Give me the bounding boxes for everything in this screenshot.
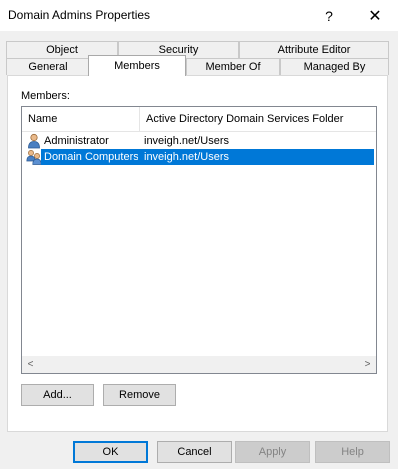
chevron-right-icon: > bbox=[364, 359, 371, 370]
cancel-button[interactable]: Cancel bbox=[157, 441, 232, 463]
list-item[interactable]: Domain Computers inveigh.net/Users bbox=[22, 149, 376, 165]
add-button-label: Add... bbox=[43, 389, 72, 401]
help-icon: ? bbox=[325, 7, 333, 24]
title-bar: Domain Admins Properties ? ✕ bbox=[0, 0, 398, 31]
cancel-button-label: Cancel bbox=[177, 446, 212, 458]
close-button[interactable]: ✕ bbox=[352, 0, 398, 31]
column-header-name[interactable]: Name bbox=[28, 107, 57, 131]
list-item[interactable]: Administrator inveigh.net/Users bbox=[22, 133, 376, 149]
tab-attribute-editor[interactable]: Attribute Editor bbox=[239, 41, 389, 58]
horizontal-scrollbar[interactable]: < > bbox=[22, 356, 376, 373]
help-button[interactable]: Help bbox=[315, 441, 390, 463]
member-folder: inveigh.net/Users bbox=[138, 149, 374, 165]
ok-button[interactable]: OK bbox=[73, 441, 148, 463]
column-header-folder[interactable]: Active Directory Domain Services Folder bbox=[146, 107, 343, 131]
column-divider[interactable] bbox=[139, 107, 140, 131]
apply-button-label: Apply bbox=[258, 446, 287, 458]
add-button[interactable]: Add... bbox=[21, 384, 94, 406]
tab-managed-by[interactable]: Managed By bbox=[280, 58, 389, 75]
scroll-left-button[interactable]: < bbox=[22, 356, 39, 373]
scroll-right-button[interactable]: > bbox=[359, 356, 376, 373]
help-title-button[interactable]: ? bbox=[306, 0, 352, 31]
member-name: Administrator bbox=[44, 135, 109, 147]
group-icon bbox=[26, 150, 42, 165]
list-header: Name Active Directory Domain Services Fo… bbox=[22, 107, 376, 132]
close-icon: ✕ bbox=[368, 7, 382, 25]
remove-button-label: Remove bbox=[119, 389, 160, 401]
remove-button[interactable]: Remove bbox=[103, 384, 176, 406]
members-label: Members: bbox=[21, 90, 70, 102]
member-folder: inveigh.net/Users bbox=[144, 135, 229, 147]
tab-general[interactable]: General bbox=[6, 58, 90, 75]
help-button-label: Help bbox=[341, 446, 364, 458]
members-listview[interactable]: Name Active Directory Domain Services Fo… bbox=[21, 106, 377, 374]
window-title: Domain Admins Properties bbox=[8, 8, 151, 22]
chevron-left-icon: < bbox=[27, 359, 34, 370]
apply-button[interactable]: Apply bbox=[235, 441, 310, 463]
user-icon bbox=[28, 133, 40, 149]
tab-members[interactable]: Members bbox=[88, 55, 186, 76]
member-name: Domain Computers bbox=[41, 149, 142, 165]
ok-button-label: OK bbox=[102, 446, 119, 458]
tab-member-of[interactable]: Member Of bbox=[186, 58, 280, 75]
